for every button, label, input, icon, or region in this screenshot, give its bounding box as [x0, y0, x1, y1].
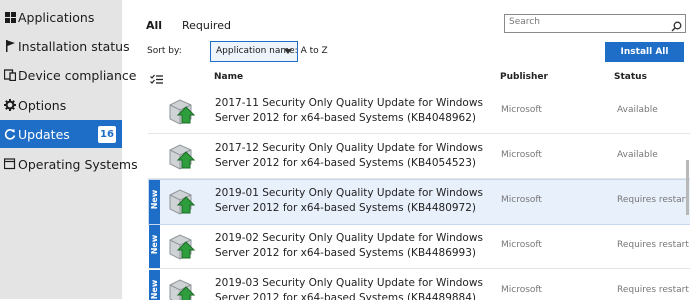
update-name: 2019-01 Security Only Quality Update for…	[215, 187, 483, 214]
main-content: All Required Search Sort by: Application…	[122, 0, 690, 301]
update-publisher: Microsoft	[501, 285, 542, 295]
new-label: New	[150, 234, 159, 255]
select-all-icon[interactable]	[150, 71, 164, 84]
sidebar-item-label: Installation status	[18, 38, 130, 54]
table-row[interactable]: New 2019-03 Security Only Quality Update…	[148, 269, 690, 301]
sidebar-item-device-compliance[interactable]: Device compliance	[0, 61, 136, 89]
tab-all[interactable]: All	[146, 19, 162, 32]
update-package-icon	[165, 186, 197, 216]
update-publisher: Microsoft	[501, 240, 542, 250]
column-header-name[interactable]: Name	[214, 72, 243, 82]
sidebar-item-applications[interactable]: Applications	[0, 3, 122, 31]
update-package-icon	[165, 141, 197, 171]
column-header-status[interactable]: Status	[614, 72, 647, 82]
chevron-down-icon	[284, 49, 292, 54]
sidebar-item-label: Device compliance	[18, 67, 137, 83]
scrollbar-thumb[interactable]	[686, 160, 689, 215]
update-name: 2019-03 Security Only Quality Update for…	[215, 277, 483, 301]
update-package-icon	[165, 276, 197, 300]
sidebar-item-updates[interactable]: Updates 16	[0, 120, 122, 148]
table-row[interactable]: 2017-11 Security Only Quality Update for…	[148, 89, 690, 135]
sidebar-item-label: Updates	[18, 126, 70, 142]
search-icon[interactable]	[671, 17, 682, 32]
update-publisher: Microsoft	[501, 105, 542, 115]
update-status: Requires restart	[617, 240, 689, 250]
table-row[interactable]: 2017-12 Security Only Quality Update for…	[148, 134, 690, 180]
update-package-icon	[165, 231, 197, 261]
update-name: 2017-12 Security Only Quality Update for…	[215, 142, 483, 169]
device-icon	[4, 69, 16, 81]
new-indicator: New	[149, 270, 160, 300]
sidebar: Applications Installation status Device …	[0, 0, 138, 299]
sidebar-item-label: Operating Systems	[18, 156, 138, 172]
refresh-icon	[4, 128, 16, 140]
update-status: Available	[617, 150, 658, 160]
updates-count-badge: 16	[98, 125, 116, 143]
search-input[interactable]: Search	[504, 14, 686, 33]
os-icon	[4, 158, 16, 170]
sort-dropdown[interactable]: Application name: A to Z	[210, 41, 328, 62]
table-row[interactable]: New 2019-02 Security Only Quality Update…	[148, 224, 690, 270]
new-indicator: New	[149, 225, 160, 269]
column-header-publisher[interactable]: Publisher	[500, 72, 548, 82]
update-name: 2019-02 Security Only Quality Update for…	[215, 232, 483, 259]
table-row[interactable]: New 2019-01 Security Only Quality Update…	[148, 179, 690, 225]
sidebar-item-options[interactable]: Options	[0, 91, 122, 119]
install-all-button[interactable]: Install All	[605, 42, 684, 62]
update-status: Requires restart	[617, 285, 689, 295]
search-placeholder: Search	[509, 17, 540, 27]
sort-value: Application name: A to Z	[216, 46, 328, 56]
sort-label: Sort by:	[147, 46, 182, 56]
sidebar-item-label: Options	[18, 97, 67, 113]
tab-required[interactable]: Required	[182, 19, 231, 32]
gear-icon	[4, 99, 16, 111]
update-package-icon	[165, 96, 197, 126]
update-publisher: Microsoft	[501, 150, 542, 160]
sidebar-item-operating-systems[interactable]: Operating Systems	[0, 150, 138, 178]
update-status: Requires restart	[617, 195, 689, 205]
update-publisher: Microsoft	[501, 195, 542, 205]
update-status: Available	[617, 105, 658, 115]
new-indicator: New	[149, 180, 160, 224]
sidebar-item-label: Applications	[18, 9, 95, 25]
update-name: 2017-11 Security Only Quality Update for…	[215, 97, 483, 124]
new-label: New	[150, 279, 159, 300]
grid-icon	[4, 11, 16, 23]
sidebar-item-installation-status[interactable]: Installation status	[0, 32, 130, 60]
new-label: New	[150, 189, 159, 210]
flag-icon	[4, 40, 16, 52]
